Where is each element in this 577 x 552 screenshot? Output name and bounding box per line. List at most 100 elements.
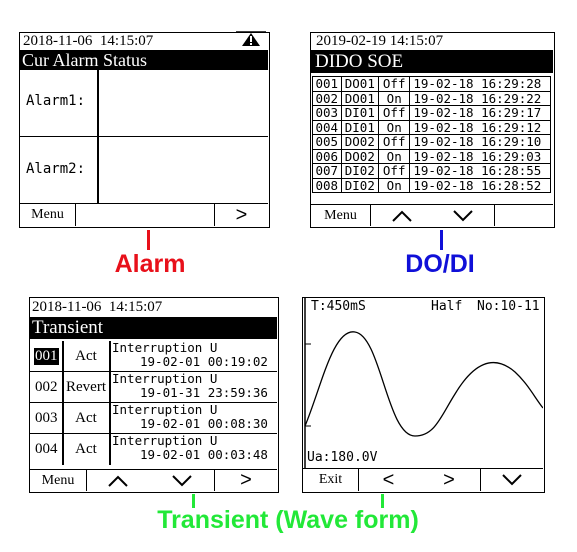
soe-time: 19-02-18 16:29:12: [409, 119, 551, 135]
soe-row: 007 DI02 Off 19-02-18 16:28:55: [312, 163, 551, 179]
soe-state: Off: [378, 105, 411, 121]
soe-number: 005: [312, 134, 342, 150]
soe-channel: DO01: [340, 90, 380, 106]
transient-event: Interruption U: [112, 371, 218, 386]
soe-state: On: [378, 148, 411, 164]
column-divider: [109, 403, 111, 434]
prev-button[interactable]: <: [358, 469, 418, 491]
dido-pointer: [440, 230, 443, 250]
blank-softkey[interactable]: [75, 204, 214, 226]
transient-row[interactable]: 002 Revert Interruption U 19-01-31 23:59:36: [30, 372, 277, 403]
transient-number: 004: [35, 441, 58, 457]
alarm-softkey-bar: Menu >: [20, 204, 268, 226]
transient-list: 001 Act Interruption U 19-02-01 00:19:02 002…: [30, 341, 277, 468]
scroll-down-button[interactable]: [432, 205, 494, 226]
transient-event: Interruption U: [112, 433, 218, 448]
soe-state: Off: [378, 134, 411, 150]
soe-state: On: [378, 177, 411, 193]
alarm-pointer: [147, 230, 150, 250]
scroll-down-button[interactable]: [480, 469, 543, 491]
transient-row[interactable]: 001 Act Interruption U 19-02-01 00:19:02: [30, 341, 277, 372]
soe-time: 19-02-18 16:29:22: [409, 90, 551, 106]
chevron-down-icon: [501, 474, 523, 486]
alarm-row-label: Alarm1:: [26, 93, 86, 109]
soe-number: 003: [312, 105, 342, 121]
warning-icon: [236, 30, 266, 48]
menu-button[interactable]: Menu: [20, 204, 75, 226]
transient-title: Transient: [30, 317, 277, 339]
dido-soe-table: 001 DO01 Off 19-02-18 16:29:28 002 DO01 On 19-0…: [312, 76, 551, 193]
alarm-row-value: [100, 70, 266, 135]
dido-datetime: 2019-02-19 14:15:07: [316, 33, 444, 49]
soe-state: On: [378, 90, 411, 106]
wave-softkey-bar: Exit < >: [303, 468, 543, 492]
alarm-row-value: [100, 137, 266, 202]
blank-softkey[interactable]: [494, 205, 553, 226]
scroll-up-button[interactable]: [370, 205, 432, 226]
next-button[interactable]: >: [214, 469, 277, 491]
alarm-row: Alarm1:: [20, 70, 268, 137]
transient-caption: Transient (Wave form): [157, 506, 419, 534]
transient-type: Act: [75, 410, 97, 426]
soe-row: 004 DI01 On 19-02-18 16:29:12: [312, 119, 551, 135]
transient-number: 002: [35, 379, 58, 395]
menu-button[interactable]: Menu: [30, 470, 86, 491]
chevron-down-icon: [452, 209, 474, 222]
alarm-row: Alarm2:: [20, 137, 268, 204]
soe-state: Off: [378, 76, 411, 92]
next-button[interactable]: >: [418, 469, 480, 491]
column-divider: [109, 372, 111, 403]
waveform-screen: T:450mS Half No:10-11 Ua:180.0V Exit < >: [302, 297, 545, 493]
transient-row[interactable]: 004 Act Interruption U 19-02-01 00:03:48: [30, 434, 277, 465]
soe-number: 002: [312, 90, 342, 106]
dido-softkey-bar: Menu: [311, 204, 553, 227]
soe-number: 001: [312, 76, 342, 92]
waveform-trace: [304, 331, 543, 437]
column-divider: [109, 341, 111, 372]
scroll-down-button[interactable]: [149, 470, 214, 491]
soe-time: 19-02-18 16:29:17: [409, 105, 551, 121]
soe-number: 006: [312, 148, 342, 164]
transient-event: Interruption U: [112, 402, 218, 417]
next-button[interactable]: >: [214, 204, 268, 226]
soe-number: 004: [312, 119, 342, 135]
soe-row: 005 DO02 Off 19-02-18 16:29:10: [312, 134, 551, 150]
scroll-up-button[interactable]: [86, 470, 149, 491]
soe-channel: DO01: [340, 76, 380, 92]
chevron-up-icon: [391, 210, 413, 222]
soe-state: Off: [378, 163, 411, 179]
transient-time: 19-02-01 00:03:48: [140, 447, 268, 462]
soe-channel: DI01: [340, 105, 380, 121]
soe-channel: DO02: [340, 134, 380, 150]
alarm-screen: 2018-11-06 14:15:07 Cur Alarm Status Ala…: [19, 30, 270, 228]
transient-row[interactable]: 003 Act Interruption U 19-02-01 00:08:30: [30, 403, 277, 434]
column-divider: [109, 434, 111, 465]
soe-row: 008 DI02 On 19-02-18 16:28:52: [312, 177, 551, 193]
dido-screen: 2019-02-19 14:15:07 DIDO SOE 001 DO01 Off 1…: [310, 32, 555, 228]
soe-time: 19-02-18 16:28:55: [409, 163, 551, 179]
soe-channel: DI02: [340, 177, 380, 193]
soe-channel: DO02: [340, 148, 380, 164]
transient-type: Revert: [66, 379, 106, 395]
soe-number: 007: [312, 163, 342, 179]
waveform-plot: [303, 298, 543, 468]
menu-button[interactable]: Menu: [311, 205, 370, 226]
wave-reading: Ua:180.0V: [307, 450, 378, 465]
soe-row: 001 DO01 Off 19-02-18 16:29:28: [312, 76, 551, 92]
soe-time: 19-02-18 16:29:28: [409, 76, 551, 92]
alarm-row-label: Alarm2:: [26, 161, 86, 177]
dido-title: DIDO SOE: [311, 50, 553, 73]
transient-screen: 2018-11-06 14:15:07 Transient 001 Act Inte…: [29, 297, 279, 493]
chevron-down-icon: [171, 474, 193, 487]
soe-row: 003 DI01 Off 19-02-18 16:29:17: [312, 105, 551, 121]
soe-row: 006 DO02 On 19-02-18 16:29:03: [312, 148, 551, 164]
exit-button[interactable]: Exit: [303, 469, 358, 491]
soe-channel: DI01: [340, 119, 380, 135]
transient-time: 19-02-01 00:19:02: [140, 354, 268, 369]
alarm-title: Cur Alarm Status: [20, 50, 268, 70]
transient-datetime: 2018-11-06 14:15:07: [32, 299, 163, 315]
alarm-caption: Alarm: [114, 250, 186, 278]
soe-number: 008: [312, 177, 342, 193]
transient-type: Act: [75, 441, 97, 457]
chevron-up-icon: [107, 475, 129, 487]
